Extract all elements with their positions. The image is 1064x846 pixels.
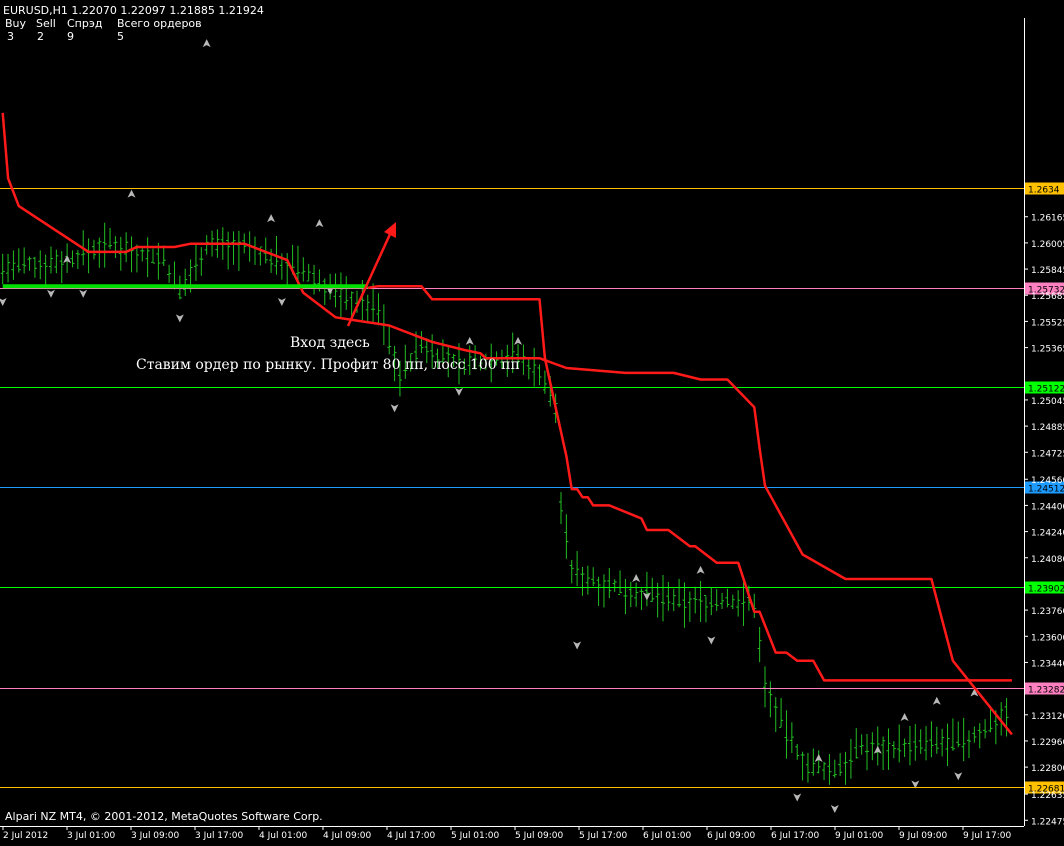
y-tick-label: 1.22800	[1031, 764, 1064, 774]
y-tick-label: 1.23440	[1031, 659, 1064, 669]
header-value-buy: 3	[7, 30, 14, 43]
chart-svg: 1.26341.257321.251221.245121.239021.2328…	[0, 0, 1064, 842]
y-tick-label: 1.23120	[1031, 712, 1064, 722]
header-value-sell: 2	[37, 30, 44, 43]
x-tick-label: 6 Jul 17:00	[771, 831, 820, 841]
symbol-info: EURUSD,H1 1.22070 1.22097 1.21885 1.2192…	[3, 4, 264, 17]
level-price-label: 1.2634	[1028, 186, 1060, 196]
x-tick-label: 2 Jul 2012	[3, 831, 48, 841]
annotation-line2: Ставим ордер по рынку. Профит 80 пп, лос…	[136, 357, 520, 373]
level-price-label: 1.23902	[1028, 585, 1064, 595]
x-tick-label: 5 Jul 01:00	[451, 831, 500, 841]
x-tick-label: 9 Jul 01:00	[835, 831, 884, 841]
x-tick-label: 9 Jul 17:00	[963, 831, 1012, 841]
header-label-orders: Всего ордеров	[117, 17, 202, 30]
x-tick-label: 4 Jul 01:00	[259, 831, 308, 841]
header-label-spread: Спрэд	[67, 17, 103, 30]
x-tick-label: 5 Jul 09:00	[515, 831, 564, 841]
y-tick-label: 1.25045	[1031, 397, 1064, 407]
x-tick-label: 3 Jul 01:00	[67, 831, 116, 841]
y-tick-label: 1.26005	[1031, 240, 1064, 250]
header-label-buy: Buy	[5, 17, 27, 30]
y-tick-label: 1.24400	[1031, 502, 1064, 512]
y-tick-label: 1.23760	[1031, 607, 1064, 617]
y-tick-label: 1.24080	[1031, 555, 1064, 565]
level-price-label: 1.25122	[1028, 385, 1064, 395]
y-tick-label: 1.22635	[1031, 791, 1064, 801]
x-tick-label: 3 Jul 09:00	[131, 831, 180, 841]
x-tick-label: 3 Jul 17:00	[195, 831, 244, 841]
y-tick-label: 1.22960	[1031, 738, 1064, 748]
y-tick-label: 1.25365	[1031, 345, 1064, 355]
y-tick-label: 1.24725	[1031, 449, 1064, 459]
y-tick-label: 1.25525	[1031, 318, 1064, 328]
y-tick-label: 1.22475	[1031, 817, 1064, 827]
y-tick-label: 1.25685	[1031, 292, 1064, 302]
header-value-spread: 9	[67, 30, 74, 43]
y-tick-label: 1.24885	[1031, 423, 1064, 433]
y-tick-label: 1.24560	[1031, 476, 1064, 486]
x-tick-label: 6 Jul 09:00	[707, 831, 756, 841]
x-tick-label: 5 Jul 17:00	[579, 831, 628, 841]
header-label-sell: Sell	[36, 17, 56, 30]
x-tick-label: 4 Jul 17:00	[387, 831, 436, 841]
copyright: Alpari NZ MT4, © 2001-2012, MetaQuotes S…	[5, 810, 323, 823]
annotation-line1: Вход здесь	[290, 335, 370, 351]
header-value-orders: 5	[117, 30, 124, 43]
x-tick-label: 6 Jul 01:00	[643, 831, 692, 841]
y-tick-label: 1.24240	[1031, 529, 1064, 539]
level-price-label: 1.23282	[1028, 686, 1064, 696]
y-tick-label: 1.25845	[1031, 266, 1064, 276]
price-chart[interactable]: 1.2634 1.25732 1.25122 1.24512 1.23902 1.2328…	[0, 0, 1064, 842]
y-tick-label: 1.26165	[1031, 214, 1064, 224]
x-tick-label: 9 Jul 09:00	[899, 831, 948, 841]
x-tick-label: 4 Jul 09:00	[323, 831, 372, 841]
y-tick-label: 1.23600	[1031, 633, 1064, 643]
